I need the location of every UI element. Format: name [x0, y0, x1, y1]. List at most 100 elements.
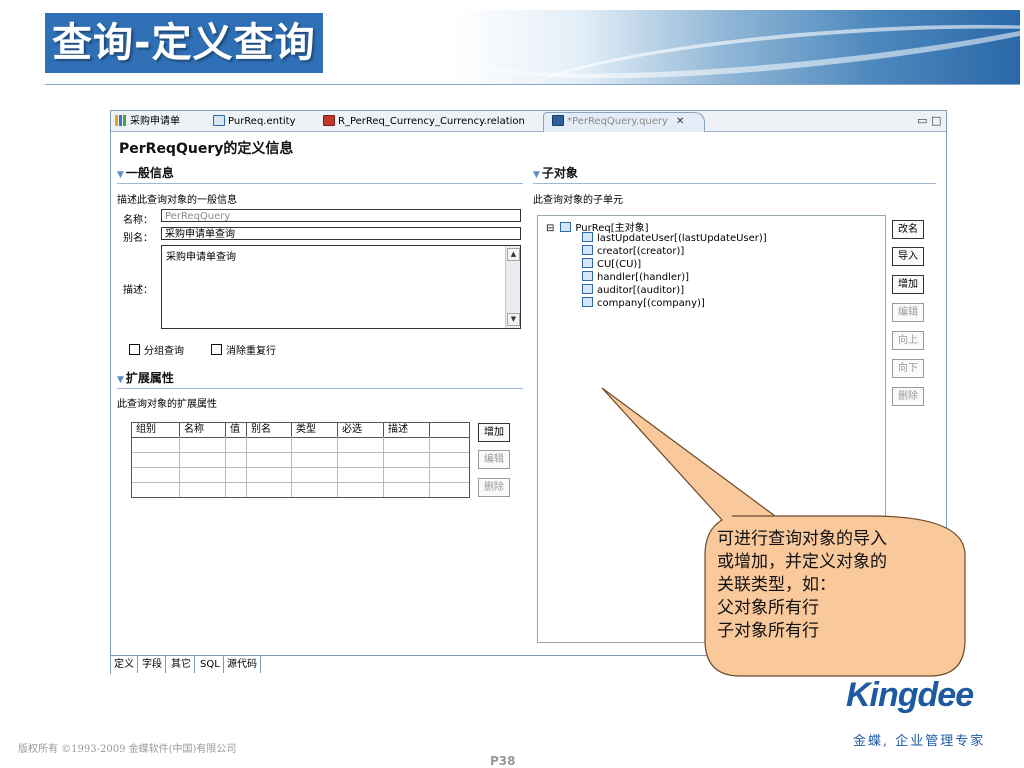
extended-add-button[interactable]: 增加	[478, 423, 510, 442]
add-child-button[interactable]: 增加	[892, 275, 924, 294]
tree-item[interactable]: handler[(handler)]	[582, 271, 689, 283]
column-header: 组别	[132, 423, 180, 437]
section-description: 此查询对象的子单元	[533, 195, 623, 206]
table-header: 组别 名称 值 别名 类型 必选 描述	[132, 423, 469, 438]
tree-item[interactable]: lastUpdateUser[(lastUpdateUser)]	[582, 232, 767, 244]
section-description: 描述此查询对象的一般信息	[117, 195, 237, 206]
table-row[interactable]	[132, 467, 469, 468]
minimize-icon[interactable]: ▭	[917, 114, 927, 127]
tree-item-label: CU[(CU)]	[597, 259, 642, 270]
entity-icon	[560, 222, 572, 232]
description-label: 描述：	[123, 285, 153, 296]
entity-icon	[582, 271, 593, 281]
tree-item[interactable]: company[(company)]	[582, 297, 705, 309]
section-divider	[117, 388, 523, 389]
entity-icon	[582, 245, 593, 255]
column-header: 描述	[384, 423, 430, 437]
extended-edit-button[interactable]: 编辑	[478, 450, 510, 469]
tab-label: 采购申请单	[130, 116, 180, 127]
table-row[interactable]	[132, 482, 469, 483]
entity-icon	[582, 232, 593, 242]
section-general-info[interactable]: ▼ 一般信息	[117, 164, 174, 181]
entity-icon	[582, 284, 593, 294]
tree-item-label: company[(company)]	[597, 298, 705, 309]
close-icon[interactable]: ✕	[676, 113, 684, 130]
import-button[interactable]: 导入	[892, 247, 924, 266]
checkbox-box	[129, 344, 140, 355]
edit-child-button[interactable]: 编辑	[892, 303, 924, 322]
delete-child-button[interactable]: 删除	[892, 387, 924, 406]
section-divider	[117, 183, 523, 184]
name-field[interactable]: PerReqQuery	[161, 209, 521, 222]
callout-line: 父对象所有行	[717, 598, 819, 618]
column-header: 名称	[180, 423, 226, 437]
move-down-button[interactable]: 向下	[892, 359, 924, 378]
checkbox-label: 分组查询	[144, 346, 184, 357]
alias-field[interactable]: 采购申请单查询	[161, 227, 521, 240]
section-divider	[533, 183, 936, 184]
section-extended-properties[interactable]: ▼ 扩展属性	[117, 369, 174, 386]
bottom-tab-bar: 定义 字段 其它 SQL 源代码	[111, 655, 946, 674]
tab-purreq-entity[interactable]: PurReq.entity	[213, 113, 296, 130]
chevron-down-icon: ▼	[117, 170, 124, 180]
query-icon	[552, 115, 564, 126]
tree-item-label: handler[(handler)]	[597, 272, 689, 283]
scroll-up-icon[interactable]: ▲	[507, 248, 520, 261]
entity-icon	[213, 115, 225, 126]
tree-item[interactable]: CU[(CU)]	[582, 258, 641, 270]
description-textarea[interactable]: 采购申请单查询 ▲ ▼	[161, 245, 521, 329]
header-divider	[45, 84, 1020, 85]
group-query-checkbox[interactable]: 分组查询	[129, 342, 184, 357]
maximize-icon[interactable]: □	[931, 114, 941, 127]
extended-delete-button[interactable]: 删除	[478, 478, 510, 497]
tab-source-code[interactable]: 源代码	[224, 656, 261, 673]
name-label: 名称：	[123, 215, 153, 226]
callout-text: 可进行查询对象的导入 或增加，并定义对象的 关联类型，如： 父对象所有行 子对象…	[717, 528, 957, 643]
column-header: 类型	[292, 423, 338, 437]
section-title-label: 扩展属性	[125, 371, 174, 385]
move-up-button[interactable]: 向上	[892, 331, 924, 350]
entity-icon	[582, 258, 593, 268]
dedupe-checkbox[interactable]: 消除重复行	[211, 342, 276, 357]
tab-other[interactable]: 其它	[168, 656, 195, 673]
tab-definition[interactable]: 定义	[111, 656, 138, 673]
checkbox-box	[211, 344, 222, 355]
tree-item-label: creator[(creator)]	[597, 246, 685, 257]
tab-label: PurReq.entity	[228, 116, 296, 127]
entity-icon	[582, 297, 593, 307]
tab-fields[interactable]: 字段	[139, 656, 166, 673]
tab-purchase-request[interactable]: 采购申请单	[115, 113, 180, 130]
tab-relation[interactable]: R_PerReq_Currency_Currency.relation	[323, 113, 525, 130]
section-description: 此查询对象的扩展属性	[117, 399, 217, 410]
alias-label: 别名：	[123, 233, 153, 244]
chevron-down-icon: ▼	[117, 375, 124, 385]
relation-icon	[323, 115, 335, 126]
scroll-down-icon[interactable]: ▼	[507, 313, 520, 326]
section-child-objects[interactable]: ▼ 子对象	[533, 164, 578, 181]
tree-item[interactable]: auditor[(auditor)]	[582, 284, 684, 296]
kingdee-logo: Kingdee	[846, 676, 974, 714]
column-header: 必选	[338, 423, 384, 437]
tree-item-label: lastUpdateUser[(lastUpdateUser)]	[597, 233, 767, 244]
tab-label: *PerReqQuery.query	[567, 116, 668, 127]
collapse-icon[interactable]: ⊟	[546, 223, 554, 234]
chart-icon	[115, 115, 127, 126]
extended-properties-table[interactable]: 组别 名称 值 别名 类型 必选 描述	[131, 422, 470, 498]
table-row[interactable]	[132, 452, 469, 453]
editor-tab-bar: 采购申请单 PurReq.entity R_PerReq_Currency_Cu…	[111, 111, 946, 132]
copyright-text: 版权所有 ©1993-2009 金蝶软件(中国)有限公司	[18, 744, 237, 755]
tab-sql[interactable]: SQL	[197, 656, 224, 673]
column-header: 值	[226, 423, 247, 437]
slide-title: 查询-定义查询	[52, 20, 316, 66]
tree-item[interactable]: creator[(creator)]	[582, 245, 684, 257]
tree-item-label: auditor[(auditor)]	[597, 285, 685, 296]
description-scrollbar[interactable]: ▲ ▼	[505, 246, 520, 328]
description-value: 采购申请单查询	[166, 252, 236, 263]
rename-button[interactable]: 改名	[892, 220, 924, 239]
section-title-label: 一般信息	[125, 166, 174, 180]
company-slogan: 金蝶, 企业管理专家	[853, 734, 986, 749]
tab-label: R_PerReq_Currency_Currency.relation	[338, 116, 525, 127]
column-header: 别名	[247, 423, 292, 437]
tab-perreqquery-query[interactable]: *PerReqQuery.query ✕	[543, 112, 705, 132]
callout-line: 或增加，并定义对象的	[717, 552, 887, 572]
